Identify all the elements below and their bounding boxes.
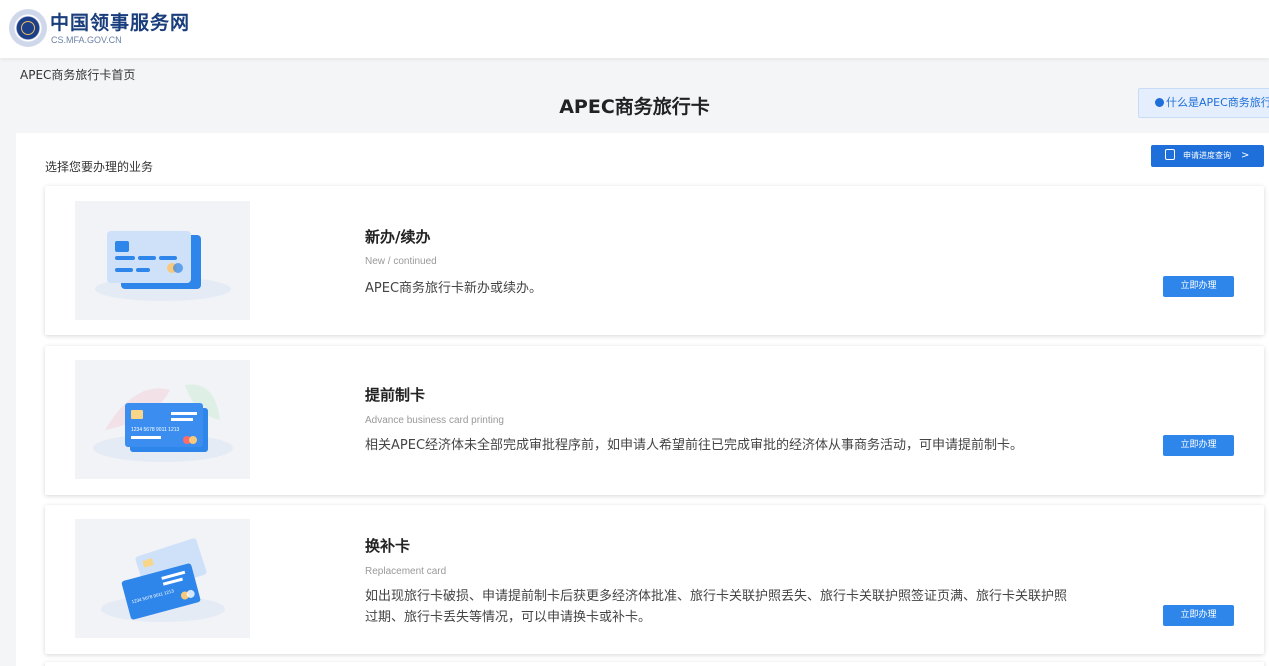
service-card-new: 新办/续办 New / continued APEC商务旅行卡新办或续办。 立即… <box>45 186 1264 335</box>
info-icon <box>1155 98 1164 107</box>
progress-query-button[interactable]: 申请进度查询 > <box>1151 145 1264 167</box>
credit-card-illustration-icon <box>75 201 250 320</box>
card-title: 换补卡 <box>365 537 411 555</box>
progress-button-label: 申请进度查询 <box>1183 151 1231 160</box>
card-description: 相关APEC经济体未全部完成审批程序前，如申请人希望前往已完成审批的经济体从事商… <box>365 438 1024 453</box>
card-subtitle: Advance business card printing <box>365 415 504 426</box>
card-description: APEC商务旅行卡新办或续办。 <box>365 281 543 296</box>
info-tab-label: 什么是APEC商务旅行卡 <box>1166 96 1269 109</box>
service-card-replacement: 1234 5678 9011 1213 换补卡 Replacement card… <box>45 505 1264 654</box>
what-is-apec-card-tab[interactable]: 什么是APEC商务旅行卡 <box>1138 88 1269 118</box>
document-search-icon <box>1165 149 1175 160</box>
emblem-logo-icon[interactable] <box>9 9 47 47</box>
card-subtitle: New / continued <box>365 256 437 267</box>
card-title: 新办/续办 <box>365 228 431 246</box>
apply-now-button[interactable]: 立即办理 <box>1163 605 1234 626</box>
service-card-advance: 1234 5678 9011 1213 提前制卡 Advance busines… <box>45 346 1264 495</box>
next-card-edge <box>45 662 1264 666</box>
card-description: 如出现旅行卡破损、申请提前制卡后获更多经济体批准、旅行卡关联护照丢失、旅行卡关联… <box>365 589 1068 625</box>
site-title[interactable]: 中国领事服务网 <box>50 8 190 35</box>
section-label: 选择您要办理的业务 <box>45 160 154 174</box>
card-printing-illustration-icon: 1234 5678 9011 1213 <box>75 360 250 479</box>
site-url: CS.MFA.GOV.CN <box>51 35 122 45</box>
card-number-text: 1234 5678 9011 1213 <box>131 427 180 433</box>
page-title: APEC商务旅行卡 <box>559 96 710 118</box>
card-subtitle: Replacement card <box>365 566 447 577</box>
apply-now-button[interactable]: 立即办理 <box>1163 435 1234 456</box>
breadcrumb[interactable]: APEC商务旅行卡首页 <box>20 66 135 83</box>
replacement-card-illustration-icon: 1234 5678 9011 1213 <box>75 519 250 638</box>
card-title: 提前制卡 <box>365 386 426 404</box>
chevron-right-icon: > <box>1241 150 1250 161</box>
apply-now-button[interactable]: 立即办理 <box>1163 276 1234 297</box>
site-header: 中国领事服务网 CS.MFA.GOV.CN <box>0 0 1269 58</box>
